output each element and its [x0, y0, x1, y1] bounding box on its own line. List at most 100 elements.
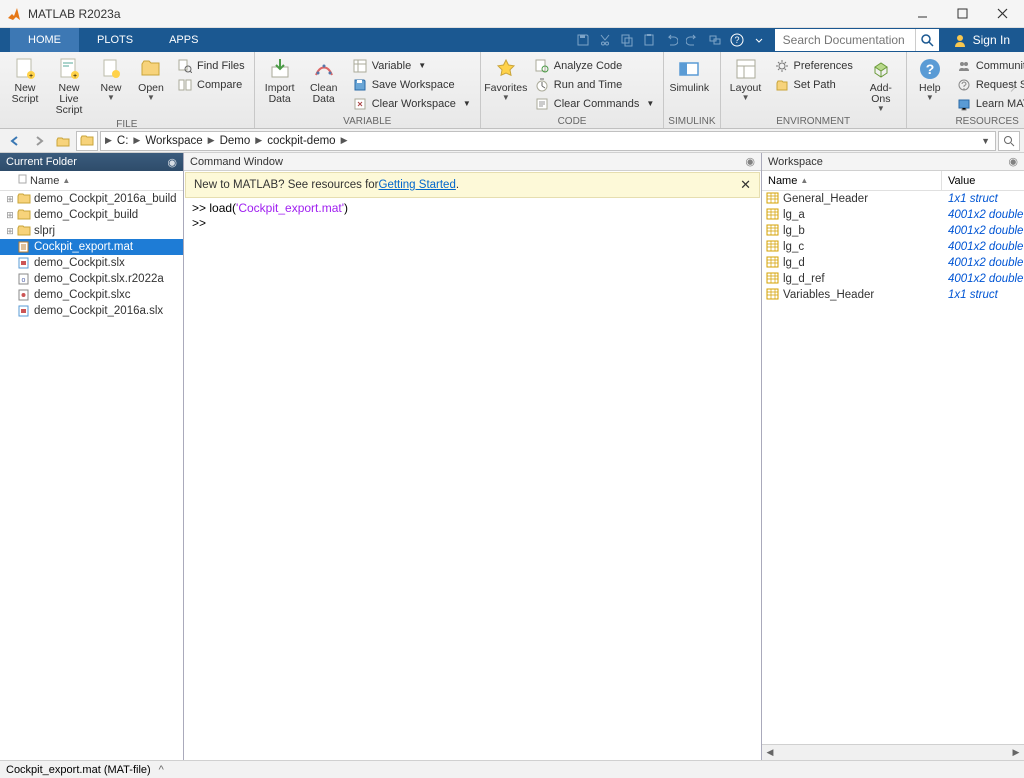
simulink-button[interactable]: Simulink [668, 54, 710, 97]
breadcrumb[interactable]: ▶ C:▶ Workspace▶ Demo▶ cockpit-demo▶ ▼ [100, 131, 996, 151]
new-script-button[interactable]: + New Script [4, 54, 46, 108]
layout-button[interactable]: Layout ▼ [725, 54, 767, 105]
community-icon [956, 58, 972, 74]
crumb-workspace[interactable]: Workspace [142, 135, 205, 147]
workspace-panel: Workspace◉ Name▲ Value General_Header1x1… [762, 153, 1024, 760]
command-window-panel: Command Window◉ New to MATLAB? See resou… [184, 153, 762, 760]
compare-button[interactable]: Compare [172, 75, 250, 94]
workspace-variable[interactable]: lg_c4001x2 double [762, 239, 1024, 255]
panel-menu-icon[interactable]: ◉ [745, 155, 755, 168]
community-button[interactable]: Community [951, 56, 1024, 75]
set-path-icon [774, 77, 790, 93]
ribbon-group-simulink: Simulink SIMULINK [664, 52, 720, 128]
run-and-time-button[interactable]: Run and Time [529, 75, 660, 94]
find-files-button[interactable]: Find Files [172, 56, 250, 75]
gear-icon [774, 58, 790, 74]
details-toggle-icon[interactable]: ^ [159, 764, 164, 776]
signin-button[interactable]: Sign In [939, 33, 1024, 47]
workspace-variable[interactable]: lg_a4001x2 double [762, 207, 1024, 223]
redo-icon[interactable] [683, 30, 703, 50]
tab-plots[interactable]: PLOTS [79, 28, 151, 52]
crumb-cockpit[interactable]: cockpit-demo [264, 135, 338, 147]
undo-icon[interactable] [661, 30, 681, 50]
workspace-header[interactable]: Workspace◉ [762, 153, 1024, 171]
workspace-variable[interactable]: lg_d_ref4001x2 double [762, 271, 1024, 287]
browse-folder-button[interactable] [76, 131, 98, 151]
minimize-button[interactable] [902, 0, 942, 28]
cf-column-header[interactable]: Name▲ [0, 171, 183, 191]
clear-workspace-button[interactable]: Clear Workspace▼ [347, 94, 476, 113]
paste-icon[interactable] [639, 30, 659, 50]
favorites-button[interactable]: Favorites ▼ [485, 54, 527, 105]
crumb-c[interactable]: C: [114, 135, 132, 147]
command-window-body[interactable]: >> load('Cockpit_export.mat') >> [184, 199, 761, 760]
nav-forward-button[interactable] [28, 131, 50, 151]
import-data-button[interactable]: Import Data [259, 54, 301, 108]
cut-icon[interactable] [595, 30, 615, 50]
new-icon [99, 57, 123, 81]
workspace-variable[interactable]: General_Header1x1 struct [762, 191, 1024, 207]
help-icon[interactable]: ? [727, 30, 747, 50]
command-window-header[interactable]: Command Window◉ [184, 153, 761, 171]
folder-item[interactable]: demo_Cockpit_2016a.slx [0, 303, 183, 319]
panel-menu-icon[interactable]: ◉ [1008, 155, 1018, 168]
workspace-hscroll[interactable]: ◀ ▶ [762, 744, 1024, 760]
getting-started-link[interactable]: Getting Started [379, 179, 456, 191]
scroll-left-icon[interactable]: ◀ [762, 747, 778, 758]
qat-dropdown-icon[interactable] [749, 30, 769, 50]
save-workspace-button[interactable]: Save Workspace [347, 75, 476, 94]
ribbon-collapse-icon[interactable] [1008, 78, 1020, 103]
workspace-variable[interactable]: lg_b4001x2 double [762, 223, 1024, 239]
close-button[interactable] [982, 0, 1022, 28]
search-button[interactable] [915, 29, 939, 51]
copy-icon[interactable] [617, 30, 637, 50]
path-search-button[interactable] [998, 131, 1020, 151]
tab-home[interactable]: HOME [10, 28, 79, 52]
open-button[interactable]: Open ▼ [132, 54, 170, 105]
current-folder-list[interactable]: ⊞demo_Cockpit_2016a_build⊞demo_Cockpit_b… [0, 191, 183, 760]
clear-commands-button[interactable]: Clear Commands▼ [529, 94, 660, 113]
variable-icon [766, 224, 780, 239]
variable-icon [766, 288, 780, 303]
variable-button[interactable]: Variable▼ [347, 56, 476, 75]
current-folder-header[interactable]: Current Folder◉ [0, 153, 183, 171]
tab-apps[interactable]: APPS [151, 28, 216, 52]
folder-item[interactable]: ⊞slprj [0, 223, 183, 239]
addons-button[interactable]: Add-Ons ▼ [860, 54, 902, 116]
folder-item[interactable]: Cockpit_export.mat [0, 239, 183, 255]
variable-icon [766, 208, 780, 223]
folder-item[interactable]: odemo_Cockpit.slx.r2022a [0, 271, 183, 287]
set-path-button[interactable]: Set Path [769, 75, 858, 94]
new-button[interactable]: New ▼ [92, 54, 130, 105]
ws-col-value[interactable]: Value [942, 171, 1024, 190]
clean-data-button[interactable]: Clean Data [303, 54, 345, 108]
nav-back-button[interactable] [4, 131, 26, 151]
search-input[interactable] [775, 29, 915, 51]
scroll-right-icon[interactable]: ▶ [1008, 747, 1024, 758]
preferences-button[interactable]: Preferences [769, 56, 858, 75]
workspace-list[interactable]: General_Header1x1 structlg_a4001x2 doubl… [762, 191, 1024, 744]
status-text: Cockpit_export.mat (MAT-file) [6, 764, 151, 776]
ws-col-name[interactable]: Name▲ [762, 171, 942, 190]
save-icon[interactable] [573, 30, 593, 50]
workspace-variable[interactable]: lg_d4001x2 double [762, 255, 1024, 271]
new-live-script-button[interactable]: + New Live Script [48, 54, 90, 119]
banner-close-button[interactable]: ✕ [732, 177, 751, 193]
folder-item[interactable]: demo_Cockpit.slx [0, 255, 183, 271]
switch-windows-icon[interactable] [705, 30, 725, 50]
folder-item[interactable]: demo_Cockpit.slxc [0, 287, 183, 303]
file-icon [16, 224, 32, 238]
workspace-variable[interactable]: Variables_Header1x1 struct [762, 287, 1024, 303]
path-history-dropdown[interactable]: ▼ [978, 136, 993, 146]
folder-item[interactable]: ⊞demo_Cockpit_2016a_build [0, 191, 183, 207]
path-toolbar: ▶ C:▶ Workspace▶ Demo▶ cockpit-demo▶ ▼ [0, 129, 1024, 153]
folder-item[interactable]: ⊞demo_Cockpit_build [0, 207, 183, 223]
maximize-button[interactable] [942, 0, 982, 28]
panel-menu-icon[interactable]: ◉ [167, 156, 177, 169]
crumb-demo[interactable]: Demo [217, 135, 254, 147]
quick-access-toolbar: ? [573, 30, 775, 50]
analyze-code-button[interactable]: Analyze Code [529, 56, 660, 75]
variable-icon [766, 192, 780, 207]
help-button[interactable]: ? Help ▼ [911, 54, 949, 105]
nav-up-button[interactable] [52, 131, 74, 151]
